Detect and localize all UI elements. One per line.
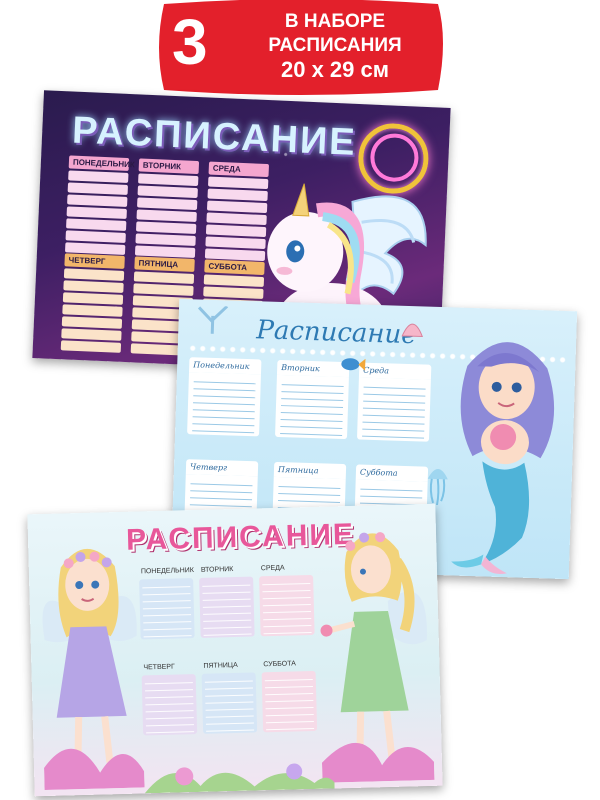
- lesson-row: [60, 340, 122, 353]
- day-column: ЧЕТВЕРГ: [141, 662, 198, 736]
- lesson-row: [265, 721, 315, 731]
- lesson-rows: [259, 574, 315, 637]
- day-label: СРЕДА: [208, 161, 270, 178]
- mermaid-illustration: [451, 342, 555, 574]
- lesson-row: [137, 185, 198, 199]
- lesson-rows: [356, 377, 431, 442]
- lesson-row: [205, 723, 255, 732]
- day-column: ПОНЕДЕЛЬНИК: [139, 566, 195, 640]
- lesson-row: [61, 328, 122, 341]
- lesson-rows: [275, 374, 349, 440]
- badge-line-1: В НАБОРЕ: [284, 11, 386, 32]
- lesson-row: [280, 427, 343, 436]
- lesson-row: [62, 304, 123, 317]
- badge-count: 3: [172, 6, 208, 78]
- lesson-row: [143, 629, 192, 638]
- lesson-rows: [187, 372, 261, 437]
- lesson-row: [65, 230, 126, 243]
- day-column: ВТОРНИК: [134, 158, 200, 260]
- lesson-rows: [64, 170, 129, 255]
- lesson-row: [135, 221, 197, 235]
- day-column: ПЯТНИЦА: [201, 660, 258, 734]
- lesson-row: [203, 627, 252, 636]
- lesson-row: [136, 209, 197, 223]
- lesson-rows: [199, 576, 255, 638]
- shell-icon: [401, 323, 423, 337]
- day-column: Среда: [356, 362, 432, 442]
- fairy-schedule-card: РАСПИСАНИЕ ПОНЕДЕЛЬНИК ВТОРНИК СРЕДА ЧЕТВЕР…: [27, 503, 443, 797]
- lesson-row: [133, 283, 194, 296]
- lesson-rows: [261, 670, 318, 733]
- day-column: ЧЕТВЕРГ: [60, 253, 125, 355]
- lesson-row: [135, 233, 196, 247]
- day-label: ПОНЕДЕЛЬНИК: [68, 155, 135, 172]
- day-column: ВТОРНИК: [199, 565, 255, 638]
- lesson-row: [263, 625, 312, 635]
- lesson-rows: [139, 578, 195, 640]
- coral-icon: [197, 305, 229, 334]
- lesson-row: [61, 316, 123, 329]
- lesson-row: [362, 429, 425, 439]
- day-column: ПОНЕДЕЛЬНИК: [64, 155, 135, 257]
- set-badge: 3 В НАБОРЕ РАСПИСАНИЯ 20 х 29 см: [156, 0, 446, 96]
- day-column: Понедельник: [187, 357, 262, 437]
- day-label: ПЯТНИЦА: [134, 256, 195, 272]
- lesson-row: [62, 292, 124, 305]
- lesson-rows: [141, 674, 198, 736]
- lesson-row: [68, 170, 129, 184]
- fairy-left-illustration: [42, 548, 145, 791]
- lesson-row: [137, 197, 198, 211]
- lesson-rows: [134, 173, 199, 258]
- lesson-row: [67, 182, 128, 195]
- lesson-row: [145, 725, 195, 734]
- badge-line-2: РАСПИСАНИЯ: [268, 35, 402, 56]
- lesson-row: [63, 268, 125, 281]
- flowers-decoration: [144, 763, 335, 794]
- lesson-row: [66, 206, 127, 219]
- lesson-row: [66, 218, 127, 231]
- badge-text: В НАБОРЕ РАСПИСАНИЯ 20 х 29 см: [230, 10, 440, 82]
- lesson-row: [67, 194, 128, 207]
- lesson-row: [133, 271, 195, 284]
- fish-icon: [341, 358, 366, 371]
- day-column: СРЕДА: [259, 563, 315, 637]
- day-column: СУББОТА: [261, 659, 318, 733]
- card-title: Расписание: [255, 315, 418, 351]
- lesson-rows: [60, 268, 125, 353]
- badge-size: 20 х 29 см: [280, 57, 390, 82]
- lesson-row: [138, 173, 199, 187]
- day-label: ВТОРНИК: [138, 158, 200, 175]
- lesson-row: [63, 280, 124, 293]
- day-label: ЧЕТВЕРГ: [64, 253, 125, 269]
- lesson-row: [192, 424, 255, 434]
- lesson-rows: [201, 672, 258, 734]
